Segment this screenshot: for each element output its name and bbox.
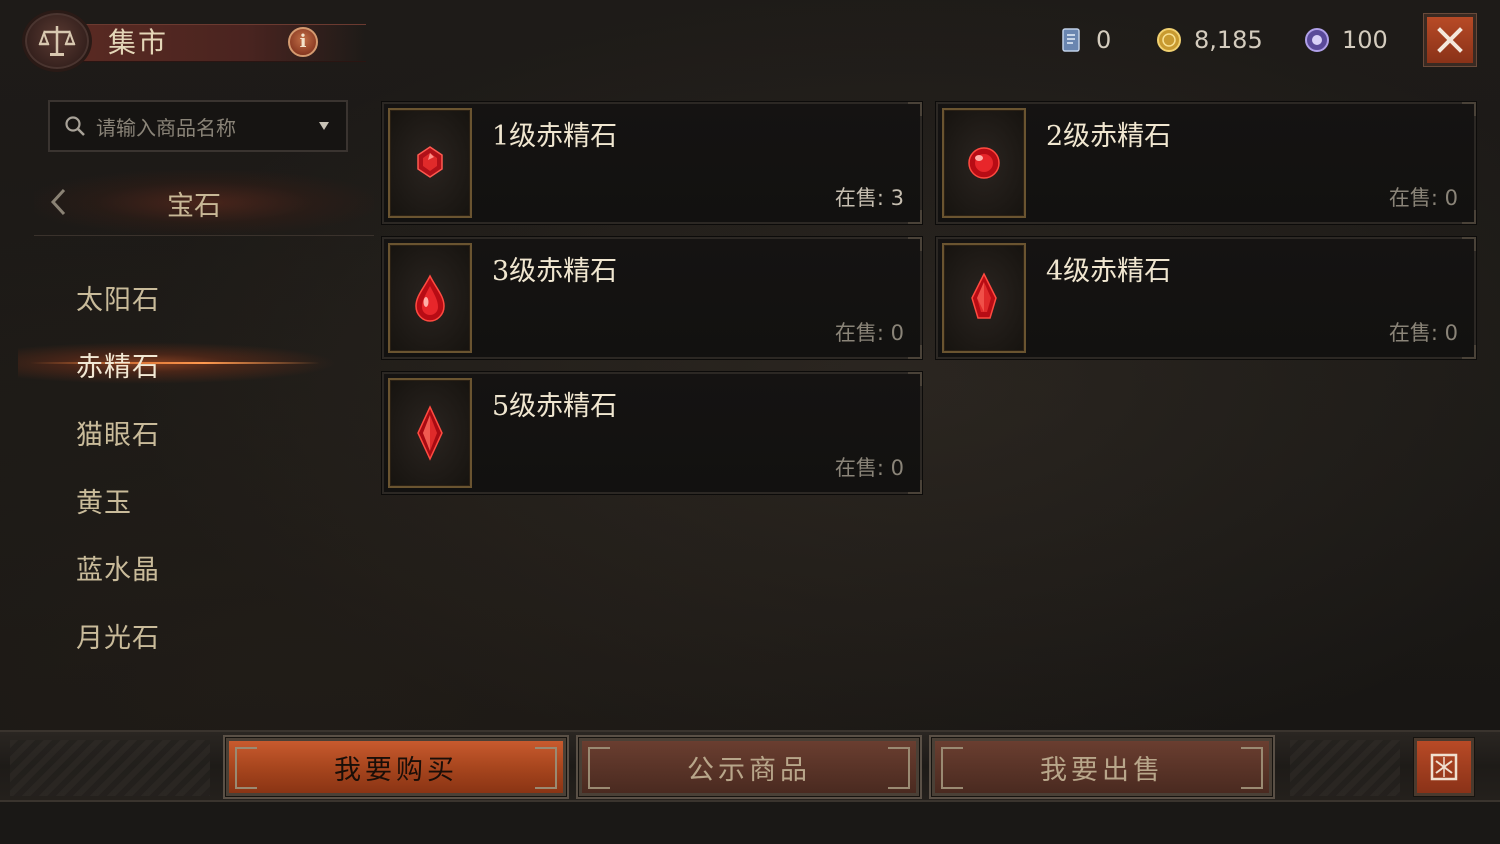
- platinum-orb-icon: [1305, 28, 1329, 52]
- button-bracket: [535, 747, 557, 789]
- item-thumbnail: [388, 243, 472, 353]
- close-icon: [1437, 27, 1463, 53]
- item-on-sale: 在售: 0: [835, 452, 904, 482]
- on-sale-count: 3: [890, 186, 904, 210]
- item-on-sale: 在售: 0: [1389, 317, 1458, 347]
- on-sale-count: 0: [1444, 186, 1458, 210]
- page-title: 集市: [108, 26, 169, 59]
- card-corner: [908, 480, 922, 494]
- card-corner: [908, 102, 922, 116]
- item-name: 1级赤精石: [492, 121, 618, 152]
- item-card[interactable]: 2级赤精石 在售: 0: [936, 102, 1476, 224]
- currency-scroll: 0: [1058, 24, 1111, 56]
- search-placeholder: 请输入商品名称: [96, 115, 236, 140]
- item-thumbnail: [388, 378, 472, 488]
- on-sale-label: 在售:: [1388, 321, 1438, 345]
- item-card[interactable]: 3级赤精石 在售: 0: [382, 237, 922, 359]
- button-bracket: [888, 747, 910, 789]
- item-card[interactable]: 4级赤精石 在售: 0: [936, 237, 1476, 359]
- card-corner: [908, 345, 922, 359]
- subcategory-sapphire[interactable]: 蓝水晶: [76, 548, 160, 587]
- card-corner: [908, 237, 922, 251]
- sell-button-label: 我要出售: [1040, 754, 1164, 786]
- currency-gold-value: 8,185: [1194, 26, 1263, 54]
- trade-records-button[interactable]: [1414, 738, 1474, 796]
- currency-platinum-value: 100: [1342, 26, 1388, 54]
- currency-scroll-value: 0: [1096, 26, 1112, 54]
- on-sale-label: 在售:: [834, 321, 884, 345]
- item-name: 4级赤精石: [1046, 256, 1172, 287]
- bottom-footer: [0, 802, 1500, 844]
- item-card[interactable]: 1级赤精石 在售: 3: [382, 102, 922, 224]
- on-sale-label: 在售:: [1388, 186, 1438, 210]
- search-icon: [65, 116, 85, 136]
- item-name: 2级赤精石: [1046, 121, 1172, 152]
- bottom-ornament-right: [1290, 740, 1400, 796]
- item-thumbnail: [942, 108, 1026, 218]
- card-corner: [1462, 345, 1476, 359]
- buy-button-label: 我要购买: [334, 754, 458, 786]
- ruby-gem-icon: [968, 147, 1000, 179]
- scales-icon: [22, 10, 92, 72]
- item-name: 5级赤精石: [492, 391, 618, 422]
- ruby-gem-icon: [417, 405, 443, 461]
- chevron-down-icon[interactable]: [318, 120, 330, 132]
- currency-gold: 8,185: [1156, 24, 1263, 56]
- item-name: 3级赤精石: [492, 256, 618, 287]
- item-thumbnail: [942, 243, 1026, 353]
- subcategory-cats-eye[interactable]: 猫眼石: [76, 413, 160, 452]
- card-corner: [908, 210, 922, 224]
- close-button[interactable]: [1424, 14, 1476, 66]
- currency-platinum: 100: [1304, 24, 1388, 56]
- item-thumbnail: [388, 108, 472, 218]
- card-corner: [1462, 237, 1476, 251]
- ruby-gem-icon: [971, 272, 997, 319]
- subcategory-sunstone[interactable]: 太阳石: [76, 278, 160, 317]
- on-sale-count: 0: [890, 321, 904, 345]
- scroll-icon: [1062, 28, 1080, 52]
- item-on-sale: 在售: 3: [835, 182, 904, 212]
- item-card[interactable]: 5级赤精石 在售: 0: [382, 372, 922, 494]
- subcategory-moonstone[interactable]: 月光石: [76, 616, 160, 655]
- button-bracket: [941, 747, 963, 789]
- item-on-sale: 在售: 0: [1389, 182, 1458, 212]
- showcase-button-label: 公示商品: [687, 754, 811, 786]
- button-bracket: [235, 747, 257, 789]
- selected-underline: [30, 362, 320, 364]
- item-on-sale: 在售: 0: [835, 317, 904, 347]
- card-corner: [1462, 102, 1476, 116]
- button-bracket: [1241, 747, 1263, 789]
- showcase-button[interactable]: 公示商品: [579, 738, 919, 796]
- on-sale-count: 0: [890, 456, 904, 480]
- card-corner: [908, 372, 922, 386]
- bottom-ornament-left: [10, 740, 210, 796]
- on-sale-label: 在售:: [834, 186, 884, 210]
- gold-coin-icon: [1157, 28, 1181, 52]
- buy-button[interactable]: 我要购买: [226, 738, 566, 796]
- trade-records-icon: [1430, 753, 1458, 781]
- category-title: 宝石: [167, 191, 221, 222]
- on-sale-count: 0: [1444, 321, 1458, 345]
- sell-button[interactable]: 我要出售: [932, 738, 1272, 796]
- on-sale-label: 在售:: [834, 456, 884, 480]
- search-input[interactable]: 请输入商品名称: [48, 100, 348, 152]
- category-header: 宝石: [34, 170, 374, 236]
- info-button[interactable]: i: [288, 27, 318, 57]
- ruby-gem-icon: [417, 146, 443, 178]
- subcategory-topaz[interactable]: 黄玉: [76, 481, 132, 520]
- button-bracket: [588, 747, 610, 789]
- subcategory-ruby[interactable]: 赤精石: [76, 345, 160, 384]
- ruby-gem-icon: [415, 274, 445, 322]
- market-title-plate: 集市 i: [22, 10, 402, 72]
- card-corner: [1462, 210, 1476, 224]
